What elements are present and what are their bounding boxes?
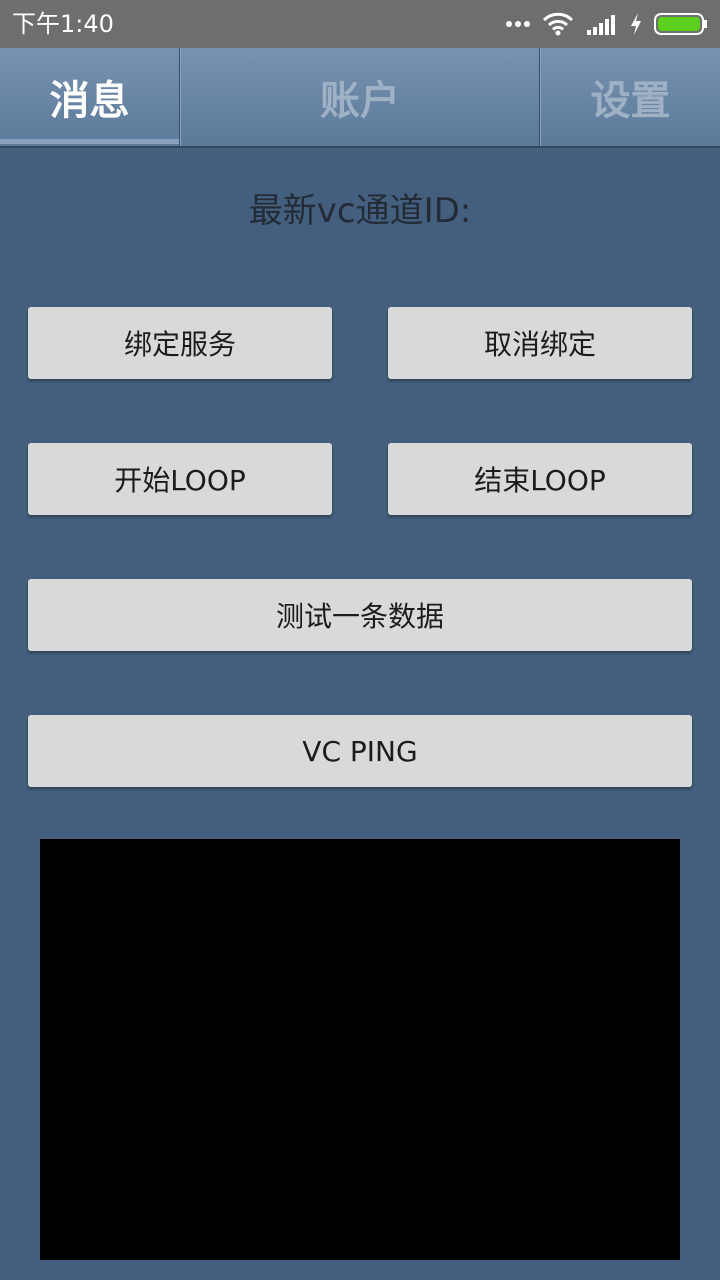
wifi-icon (542, 12, 574, 36)
tab-messages[interactable]: 消息 (0, 48, 180, 146)
charging-icon (630, 12, 642, 36)
tab-settings[interactable]: 设置 (540, 48, 720, 146)
start-loop-button[interactable]: 开始LOOP (28, 443, 332, 515)
end-loop-button[interactable]: 结束LOOP (388, 443, 692, 515)
tab-bar: 消息 账户 设置 (0, 48, 720, 148)
test-data-button[interactable]: 测试一条数据 (28, 579, 692, 651)
battery-icon (654, 12, 708, 36)
vc-ping-button[interactable]: VC PING (28, 715, 692, 787)
channel-id-label: 最新vc通道ID: (248, 191, 472, 231)
unbind-button[interactable]: 取消绑定 (388, 307, 692, 379)
output-area (40, 839, 680, 1260)
status-time: 下午1:40 (12, 10, 114, 38)
signal-icon (586, 12, 618, 36)
status-bar: 下午1:40 (0, 0, 720, 48)
bind-service-button[interactable]: 绑定服务 (28, 307, 332, 379)
tab-account[interactable]: 账户 (180, 48, 540, 146)
more-icon (506, 20, 530, 28)
status-icons (506, 10, 708, 38)
